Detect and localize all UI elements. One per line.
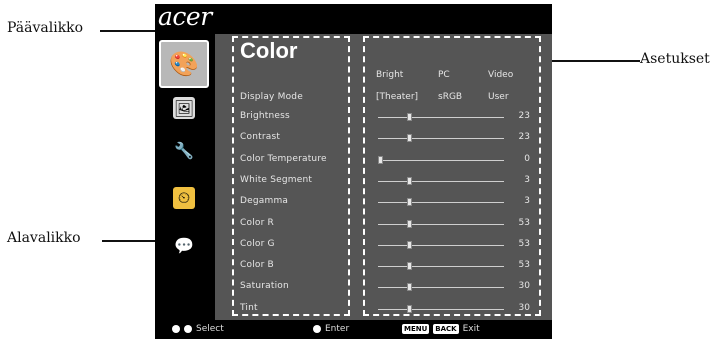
settings-callout: Asetukset: [640, 51, 710, 67]
main-menu-sidebar: 🎨 🖼 🔧 ⏲ 💬: [155, 34, 215, 320]
settings-wrench-icon[interactable]: 🔧: [173, 139, 195, 161]
language-icon[interactable]: 💬: [173, 234, 195, 256]
main-menu-callout: Päävalikko: [7, 20, 84, 36]
settings-highlight-frame: [363, 36, 541, 316]
picture-icon[interactable]: 🎨: [159, 40, 209, 88]
submenu-highlight-frame: [232, 36, 350, 316]
timer-icon[interactable]: ⏲: [173, 187, 195, 209]
sub-menu-callout: Alavalikko: [7, 230, 81, 246]
settings-callout-line: [540, 60, 640, 62]
acer-logo: acer: [158, 4, 212, 31]
image-icon[interactable]: 🖼: [173, 97, 195, 119]
